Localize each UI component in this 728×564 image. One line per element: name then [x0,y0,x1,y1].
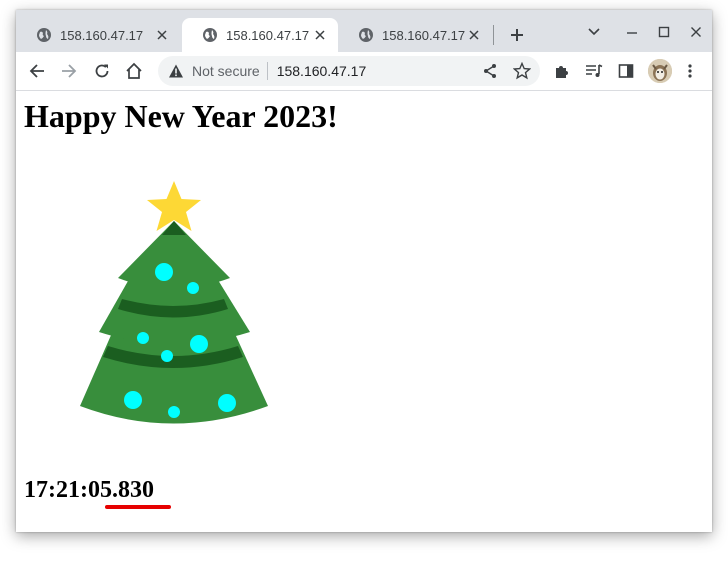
toolbar: Not secure 158.160.47.17 [16,52,712,91]
warning-triangle-icon[interactable] [168,63,184,79]
page-title: Happy New Year 2023! [24,98,338,134]
ornament [190,335,208,353]
tab-title: 158.160.47.17 [226,27,310,43]
tab-title: 158.160.47.17 [60,27,144,43]
clock-readout: 17:21:05.830 [24,477,154,503]
ornament [137,332,149,344]
ornament [124,391,142,409]
share-icon[interactable] [478,59,502,83]
annotation-underline [105,505,171,509]
puzzle-icon[interactable] [550,59,574,83]
omnibox-divider [266,62,268,80]
tab-2[interactable]: 158.160.47.17 [182,18,338,52]
page-content: Happy New Year 2023! 17:21:05.830 [16,91,712,532]
playlist-icon[interactable] [582,59,606,83]
star-icon[interactable] [510,59,534,83]
ornament [187,282,199,294]
globe-icon [203,28,217,42]
avatar[interactable] [648,59,672,83]
side-panel-icon[interactable] [614,59,638,83]
tab-separator [493,25,494,45]
close-icon[interactable] [684,22,708,42]
globe-icon [37,28,51,42]
url-text[interactable]: 158.160.47.17 [277,63,367,79]
plus-icon[interactable] [505,23,529,47]
globe-icon [359,28,373,42]
maximize-icon[interactable] [652,22,676,42]
close-icon[interactable] [466,27,482,43]
tab-strip: 158.160.47.17 158.160.47.17 158.160.47.1… [16,10,712,52]
kebab-menu-icon[interactable] [678,59,702,83]
ornament [218,394,236,412]
browser-window: 158.160.47.17 158.160.47.17 158.160.47.1… [16,10,712,532]
ornament [161,350,173,362]
chevron-down-icon[interactable] [582,22,606,42]
close-icon[interactable] [154,27,170,43]
reload-icon[interactable] [90,59,114,83]
forward-arrow-icon[interactable] [57,59,81,83]
back-arrow-icon[interactable] [25,59,49,83]
ornament [155,263,173,281]
close-icon[interactable] [312,27,328,43]
tab-1[interactable]: 158.160.47.17 [16,18,180,52]
christmas-tree-image [80,181,268,424]
security-label[interactable]: Not secure [192,63,260,79]
minimize-icon[interactable] [620,22,644,42]
home-icon[interactable] [122,59,146,83]
ornament [168,406,180,418]
tab-3[interactable]: 158.160.47.17 [338,18,492,52]
